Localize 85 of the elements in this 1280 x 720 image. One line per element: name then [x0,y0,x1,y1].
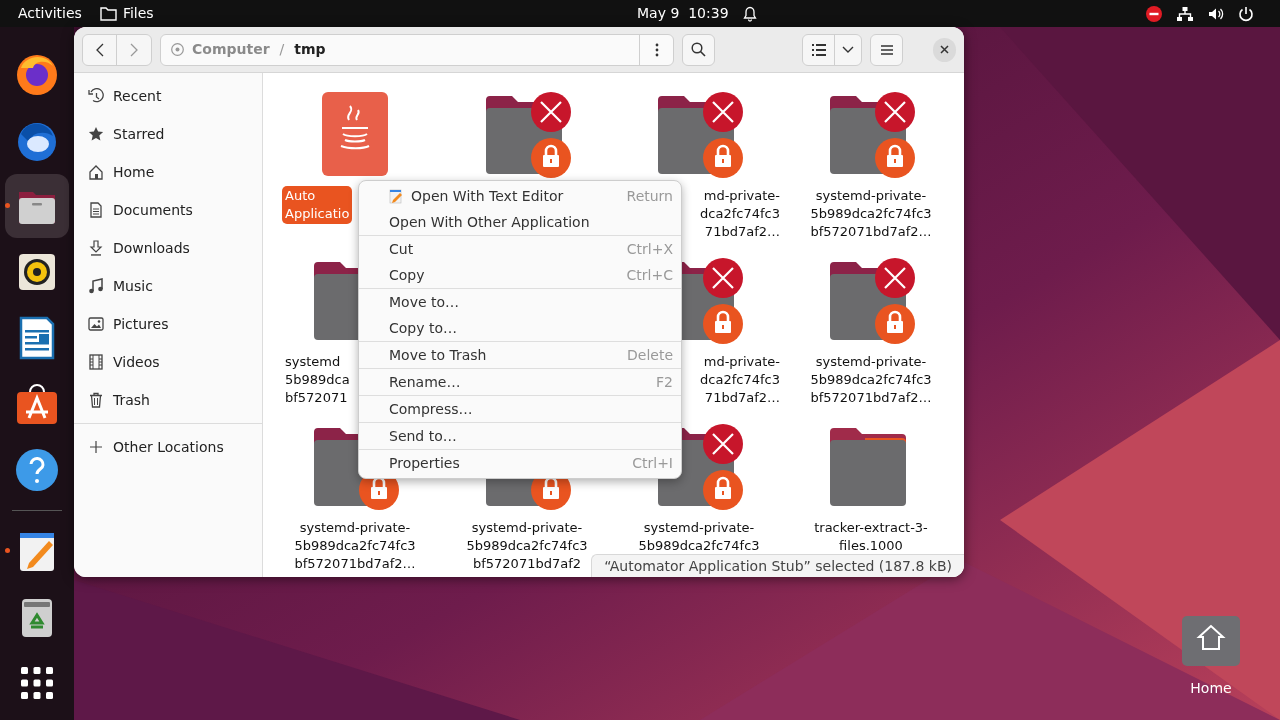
file-name-label[interactable]: systemd 5b989dca bf572071 [282,352,353,408]
download-icon [88,240,104,256]
menu-item-label: Copy to… [389,318,459,338]
menu-item[interactable]: Open With Text Editor Return [359,183,681,209]
shortcut-label: Ctrl+I [632,453,673,473]
menu-item-label: Open With Other Application [389,212,591,232]
sidebar-item[interactable]: Documents [74,191,262,229]
sidebar-item[interactable]: Home [74,153,262,191]
more-icon [654,42,659,57]
dock-item[interactable] [5,174,69,238]
text-editor-icon [389,188,404,204]
file-name-label[interactable]: md-private- dca2fc74fc3 71bd7af2… [697,352,783,408]
menu-item[interactable]: Move to Trash Delete [359,342,681,368]
menu-item-label: Copy [389,265,426,285]
trash-icon [88,392,104,408]
file-name-label[interactable]: md-private- dca2fc74fc3 71bd7af2… [697,186,783,242]
close-icon [939,45,949,54]
main-menu-button[interactable] [870,33,904,66]
menu-item[interactable]: Cut Ctrl+X [359,236,681,262]
menu-item-label: Open With Text Editor [411,186,565,206]
file-name-label[interactable]: systemd-private- 5b989dca2fc74fc3 [624,518,774,556]
disk-icon [171,43,184,56]
list-icon [811,43,826,56]
home-icon [88,164,104,180]
image-icon [88,316,104,332]
activities-button[interactable]: Activities [18,3,82,24]
blocked-icon [1146,5,1162,22]
menu-item[interactable]: Open With Other Application [359,209,681,235]
close-button[interactable] [932,37,956,62]
menu-item[interactable]: Properties Ctrl+I [359,450,681,476]
power-icon [1238,5,1254,22]
menu-item-label: Send to… [389,426,458,446]
sidebar-item[interactable]: Music [74,267,262,305]
menu-item[interactable]: Send to… [359,423,681,449]
help-icon [13,446,61,494]
home-folder-icon [1180,614,1242,668]
menu-icon [880,44,893,55]
search-button[interactable] [682,33,716,66]
shortcut-label: Delete [627,345,673,365]
caret-icon [842,46,855,53]
document-icon [88,202,104,218]
plus-icon [88,439,104,455]
menu-item-label: Compress… [389,399,474,419]
clock[interactable]: May 9 10:39 [637,3,729,24]
file-name-label[interactable]: Auto Applicatio [282,186,353,224]
sidebar-item[interactable]: Other Locations [74,428,262,466]
menu-item-label: Properties [389,453,461,473]
sidebar-item[interactable]: Recent [74,77,262,115]
sidebar-item[interactable]: Starred [74,115,262,153]
shortcut-label: Ctrl+C [626,265,673,285]
sidebar-item[interactable]: Downloads [74,229,262,267]
file-name-label[interactable]: systemd-private- 5b989dca2fc74fc3 bf572071bd7af2… [796,352,946,408]
status-bar: “Automator Application Stub” selected (187.8 kB) [591,554,964,577]
music-note-icon [88,278,104,294]
menu-item-label: Move to… [389,292,461,312]
film-icon [88,354,104,370]
menu-item-label: Rename… [389,372,462,392]
shortcut-label: Return [626,186,673,206]
menu-item[interactable]: Copy Ctrl+C [359,262,681,288]
menu-item-label: Move to Trash [389,345,488,365]
file-name-label[interactable]: systemd-private- 5b989dca2fc74fc3 bf572071bd7af2… [280,518,430,574]
folder-icon [99,6,117,21]
forward-icon [130,42,138,57]
sidebar-item[interactable]: Pictures [74,305,262,343]
file-name-label[interactable]: systemd-private- 5b989dca2fc74fc3 bf572071bd7af2… [796,186,946,242]
search-icon [691,42,707,57]
menu-item-label: Cut [389,239,415,259]
shortcut-label: F2 [656,372,673,392]
menu-item[interactable]: Rename… F2 [359,369,681,395]
path-separator: / [279,40,285,59]
file-name-label[interactable]: tracker-extract-3- files.1000 [796,518,946,556]
path-segment[interactable]: tmp [294,39,326,60]
network-icon [1176,5,1194,22]
menu-item[interactable]: Move to… [359,289,681,315]
clock-icon [88,88,104,104]
star-icon [88,126,104,142]
shortcut-label: Ctrl+X [626,239,673,259]
sidebar-item[interactable]: Trash [74,381,262,419]
app-menu-label[interactable]: Files [122,3,154,24]
menu-item[interactable]: Copy to… [359,315,681,341]
desktop-icon-label[interactable]: Home [1190,678,1232,699]
back-icon [95,42,104,57]
menu-item[interactable]: Compress… [359,396,681,422]
bell-icon [742,5,757,22]
sidebar-item[interactable]: Videos [74,343,262,381]
